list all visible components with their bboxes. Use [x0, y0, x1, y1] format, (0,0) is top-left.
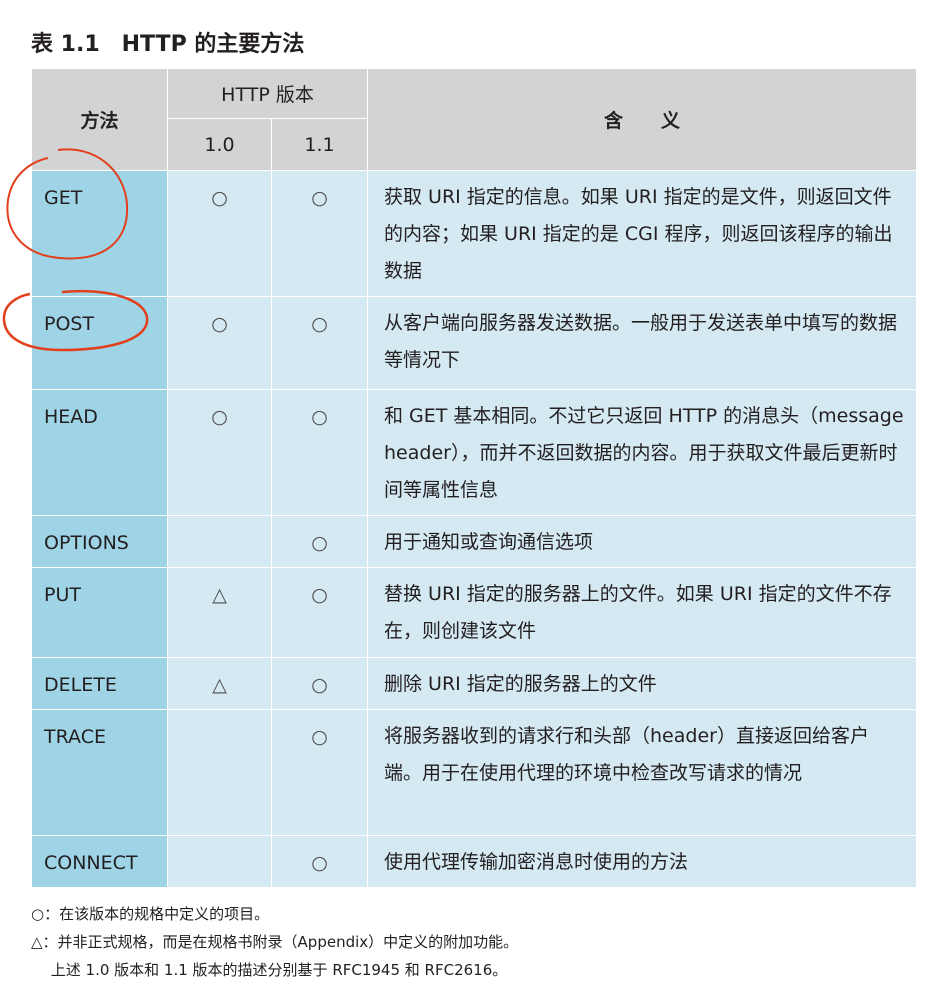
table-row: HEAD ○ ○ 和 GET 基本相同。不过它只返回 HTTP 的消息头（mes…	[31, 389, 918, 516]
table-row: POST ○ ○ 从客户端向服务器发送数据。一般用于发送表单中填写的数据等情况下	[31, 296, 918, 390]
header-version-1-0: 1.0	[167, 118, 272, 171]
method-cell: PUT	[31, 567, 168, 658]
version-1-1-mark: ○	[270, 389, 369, 516]
table-row: PUT △ ○ 替换 URI 指定的服务器上的文件。如果 URI 指定的文件不存…	[31, 567, 918, 658]
header-http-version: HTTP 版本	[166, 68, 369, 119]
header-method: 方法	[31, 68, 168, 171]
description-cell: 将服务器收到的请求行和头部（header）直接返回给客户端。用于在使用代理的环境…	[367, 709, 918, 836]
method-cell: GET	[31, 170, 168, 297]
version-1-1-mark: ○	[270, 170, 369, 297]
method-cell: OPTIONS	[31, 515, 168, 568]
http-methods-table: 方法 HTTP 版本 含 义 1.0 1.1 GET ○ ○ 获取 URI 指定…	[31, 68, 918, 888]
description-cell: 获取 URI 指定的信息。如果 URI 指定的是文件，则返回文件的内容；如果 U…	[367, 170, 918, 297]
table-row: GET ○ ○ 获取 URI 指定的信息。如果 URI 指定的是文件，则返回文件…	[31, 170, 918, 297]
table-notes: ○：在该版本的规格中定义的项目。 △：并非正式规格，而是在规格书附录（Appen…	[31, 900, 518, 984]
version-1-0-mark: ○	[167, 296, 272, 390]
version-1-0-mark: △	[167, 657, 272, 710]
method-cell: CONNECT	[31, 835, 168, 888]
table-row: CONNECT ○ 使用代理传输加密消息时使用的方法	[31, 835, 918, 888]
version-1-0-mark	[167, 515, 272, 568]
note-source: 上述 1.0 版本和 1.1 版本的描述分别基于 RFC1945 和 RFC26…	[31, 961, 508, 979]
version-1-0-mark	[167, 835, 272, 888]
version-1-0-mark: ○	[167, 389, 272, 516]
table-title: 表 1.1 HTTP 的主要方法	[31, 32, 305, 57]
header-meaning: 含 义	[367, 68, 918, 171]
method-cell: TRACE	[31, 709, 168, 836]
version-1-1-mark: ○	[270, 515, 369, 568]
header-version-1-1: 1.1	[270, 118, 369, 171]
version-1-1-mark: ○	[270, 567, 369, 658]
version-1-1-mark: ○	[270, 296, 369, 390]
description-cell: 替换 URI 指定的服务器上的文件。如果 URI 指定的文件不存在，则创建该文件	[367, 567, 918, 658]
method-cell: DELETE	[31, 657, 168, 710]
description-cell: 用于通知或查询通信选项	[367, 515, 918, 568]
version-1-0-mark: ○	[167, 170, 272, 297]
description-cell: 从客户端向服务器发送数据。一般用于发送表单中填写的数据等情况下	[367, 296, 918, 390]
version-1-0-mark	[167, 709, 272, 836]
note-triangle: △：并非正式规格，而是在规格书附录（Appendix）中定义的附加功能。	[31, 933, 519, 951]
version-1-1-mark: ○	[270, 709, 369, 836]
version-1-1-mark: ○	[270, 835, 369, 888]
version-1-0-mark: △	[167, 567, 272, 658]
method-cell: POST	[31, 296, 168, 390]
description-cell: 使用代理传输加密消息时使用的方法	[367, 835, 918, 888]
table-row: OPTIONS ○ 用于通知或查询通信选项	[31, 515, 918, 568]
table-row: TRACE ○ 将服务器收到的请求行和头部（header）直接返回给客户端。用于…	[31, 709, 918, 836]
version-1-1-mark: ○	[270, 657, 369, 710]
method-cell: HEAD	[31, 389, 168, 516]
note-circle: ○：在该版本的规格中定义的项目。	[31, 905, 270, 923]
description-cell: 删除 URI 指定的服务器上的文件	[367, 657, 918, 710]
table-row: DELETE △ ○ 删除 URI 指定的服务器上的文件	[31, 657, 918, 710]
description-cell: 和 GET 基本相同。不过它只返回 HTTP 的消息头（message head…	[367, 389, 918, 516]
